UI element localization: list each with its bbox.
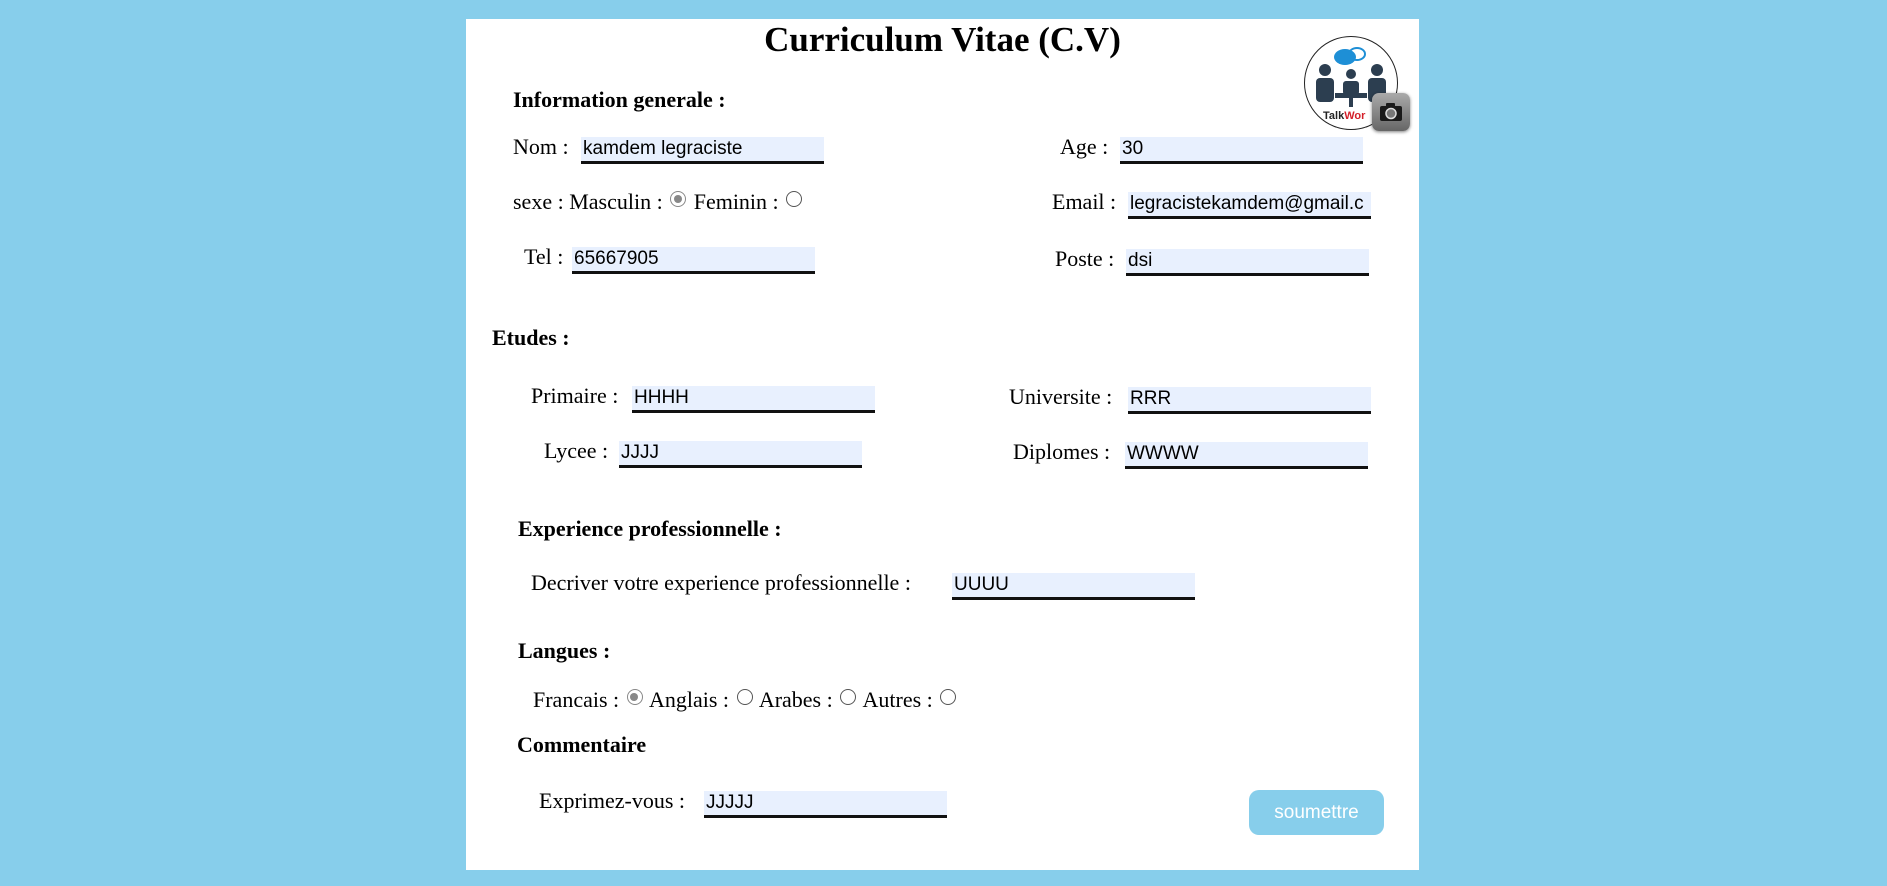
arabes-label: Arabes :	[758, 687, 833, 712]
autres-radio[interactable]	[940, 689, 957, 705]
age-label: Age :	[1060, 134, 1109, 159]
lycee-input[interactable]: JJJJ	[619, 441, 862, 468]
commentaire-heading: Commentaire	[517, 732, 647, 757]
commentaire-input[interactable]: JJJJJ	[704, 791, 947, 818]
tel-label: Tel :	[524, 244, 564, 269]
sexe-masculin-label: sexe : Masculin :	[513, 189, 663, 214]
anglais-label: Anglais :	[648, 687, 730, 712]
masculin-radio[interactable]	[670, 191, 687, 207]
sexe-row: sexe : Masculin : Feminin :	[513, 189, 804, 215]
nom-label: Nom :	[513, 134, 569, 159]
email-input[interactable]: legracistekamdem@gmail.c	[1128, 192, 1371, 219]
primaire-input[interactable]: HHHH	[632, 386, 875, 413]
poste-input[interactable]: dsi	[1126, 249, 1369, 276]
langues-row: Francais : Anglais : Arabes : Autres :	[533, 687, 958, 713]
feminin-radio[interactable]	[786, 191, 803, 207]
commentaire-label: Exprimez-vous :	[539, 788, 686, 813]
age-input[interactable]: 30	[1120, 137, 1363, 164]
primaire-label: Primaire :	[531, 383, 619, 408]
diplomes-input[interactable]: WWWW	[1125, 442, 1368, 469]
feminin-label: Feminin :	[693, 189, 779, 214]
anglais-radio[interactable]	[736, 689, 753, 705]
lycee-label: Lycee :	[544, 438, 609, 463]
universite-label: Universite :	[1009, 384, 1113, 409]
diplomes-label: Diplomes :	[1013, 439, 1111, 464]
cv-form-card: Curriculum Vitae (C.V) TalkWor Informati…	[466, 19, 1419, 870]
langues-heading: Langues :	[518, 638, 611, 663]
email-label: Email :	[1052, 189, 1117, 214]
francais-label: Francais :	[533, 687, 620, 712]
nom-input[interactable]: kamdem legraciste	[581, 137, 824, 164]
universite-input[interactable]: RRR	[1128, 387, 1371, 414]
logo-wordmark: TalkWor	[1323, 110, 1366, 122]
info-heading: Information generale :	[513, 87, 726, 112]
etudes-heading: Etudes :	[492, 325, 570, 350]
francais-radio[interactable]	[626, 689, 643, 705]
tel-input[interactable]: 65667905	[572, 247, 815, 274]
arabes-radio[interactable]	[840, 689, 857, 705]
submit-button[interactable]: soumettre	[1249, 790, 1384, 835]
experience-heading: Experience professionnelle :	[518, 516, 782, 541]
page-title: Curriculum Vitae (C.V)	[764, 20, 1121, 59]
experience-input[interactable]: UUUU	[952, 573, 1195, 600]
autres-label: Autres :	[862, 687, 933, 712]
camera-icon[interactable]	[1372, 93, 1410, 131]
poste-label: Poste :	[1055, 246, 1115, 271]
experience-label: Decriver votre experience professionnell…	[531, 570, 911, 595]
